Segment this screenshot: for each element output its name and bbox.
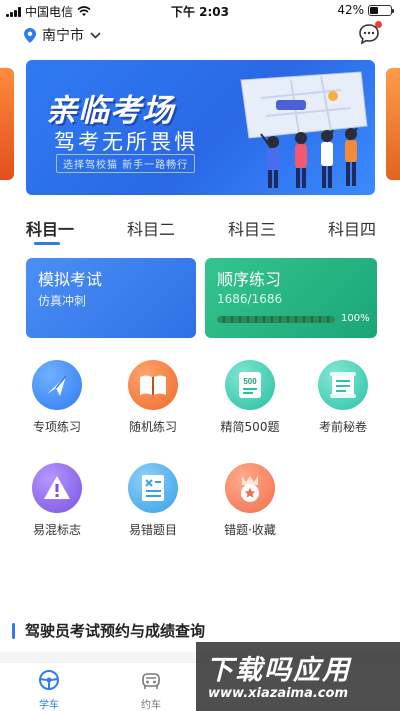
- tab-subject-3[interactable]: 科目三: [228, 216, 276, 240]
- tab-subject-4[interactable]: 科目四: [328, 216, 376, 240]
- message-button[interactable]: [358, 21, 382, 45]
- banner-next-peek[interactable]: [386, 68, 400, 180]
- people-lifting-map-illustration: [240, 71, 368, 188]
- grid-item-simplified-500[interactable]: 500 精简500题: [205, 360, 295, 440]
- section-accent-bar: [12, 622, 15, 639]
- status-bar: 中国电信 下午 2:03 42%: [0, 0, 400, 20]
- active-tab-indicator: [34, 242, 60, 245]
- promo-banner[interactable]: 亲临考场 驾考无所畏惧 选择驾校猫 新手一路畅行: [26, 60, 375, 195]
- watermark-title: 下载吗应用: [206, 655, 351, 686]
- grid-item-error-prone[interactable]: 易错题目: [108, 463, 198, 543]
- nav-item-learn[interactable]: 学车: [24, 669, 74, 711]
- error-sheet-icon: [128, 463, 178, 513]
- steering-wheel-icon: [39, 670, 59, 690]
- grid-label-wrong-and-favorites: 错题·收藏: [224, 523, 276, 537]
- site-watermark: 下载吗应用 www.xiazaima.com: [196, 642, 400, 711]
- banner-note: 选择驾校猫 新手一路畅行: [56, 154, 196, 173]
- grid-item-special-practice[interactable]: 专项练习: [12, 360, 102, 440]
- mock-exam-card[interactable]: 模拟考试 仿真冲刺: [26, 258, 196, 338]
- subject-tabs: 科目一 科目二 科目三 科目四: [0, 210, 400, 246]
- header: 南宁市: [0, 21, 400, 50]
- grid-label-confusing-signs: 易混标志: [32, 523, 81, 537]
- nav-label-booking: 约车: [141, 700, 161, 711]
- car-icon: [142, 673, 160, 689]
- grid-label-exam-secret-paper: 考前秘卷: [318, 420, 367, 434]
- book-icon: [128, 360, 178, 410]
- grid-label-special-practice: 专项练习: [32, 420, 81, 434]
- grid-item-exam-secret-paper[interactable]: 考前秘卷: [298, 360, 388, 440]
- battery-percent: 42%: [337, 3, 364, 17]
- status-right: 42%: [337, 3, 394, 17]
- banner-prev-peek[interactable]: [0, 68, 14, 180]
- city-label: 南宁市: [42, 28, 84, 44]
- scroll-icon: [318, 360, 368, 410]
- grid-label-simplified-500: 精简500题: [220, 420, 280, 434]
- sequential-practice-title: 顺序练习: [217, 270, 282, 289]
- sequential-progress-percent: 100%: [341, 313, 370, 324]
- svg-text:500: 500: [243, 377, 257, 386]
- location-pin-icon: [24, 27, 36, 43]
- city-selector[interactable]: 南宁市: [24, 25, 101, 45]
- grid-item-confusing-signs[interactable]: 易混标志: [12, 463, 102, 543]
- grid-label-random-practice: 随机练习: [128, 420, 177, 434]
- nav-item-booking[interactable]: 约车: [126, 669, 176, 711]
- mock-exam-desc: 仿真冲刺: [38, 294, 87, 308]
- unread-dot: [375, 21, 382, 28]
- section-title: 驾驶员考试预约与成绩查询: [25, 622, 206, 640]
- watermark-url: www.xiazaima.com: [208, 686, 348, 701]
- grid-item-wrong-and-favorites[interactable]: 错题·收藏: [205, 463, 295, 543]
- nav-label-learn: 学车: [39, 700, 59, 711]
- star-badge-icon: [225, 463, 275, 513]
- sequential-progress-count: 1686/1686: [217, 292, 283, 306]
- mock-exam-title: 模拟考试: [38, 270, 103, 289]
- banner-subtitle: 驾考无所畏惧: [54, 130, 198, 154]
- grid-item-random-practice[interactable]: 随机练习: [108, 360, 198, 440]
- tab-subject-1[interactable]: 科目一: [26, 216, 74, 240]
- banner-title: 亲临考场: [46, 93, 174, 129]
- sequential-progress-bar: [217, 316, 335, 323]
- sequential-practice-card[interactable]: 顺序练习 1686/1686 100%: [205, 258, 377, 338]
- battery-icon: [368, 4, 394, 16]
- sequential-progress-fill: [217, 316, 335, 323]
- chevron-down-icon: [90, 31, 101, 39]
- tab-subject-2[interactable]: 科目二: [127, 216, 175, 240]
- list-500-icon: 500: [225, 360, 275, 410]
- warning-sign-icon: [32, 463, 82, 513]
- grid-label-error-prone: 易错题目: [128, 523, 177, 537]
- arrow-icon: [32, 360, 82, 410]
- exam-booking-section-header[interactable]: 驾驶员考试预约与成绩查询: [12, 620, 205, 641]
- battery-level: [370, 6, 379, 14]
